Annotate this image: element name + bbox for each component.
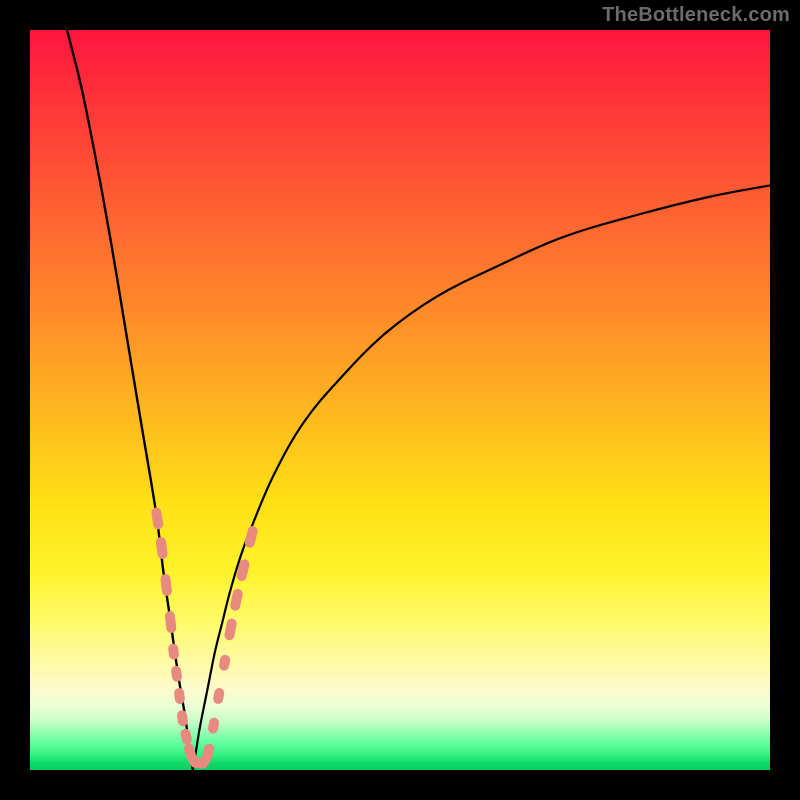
- marker-bead: [244, 525, 259, 549]
- marker-beads-group: [151, 507, 259, 771]
- marker-bead: [164, 611, 176, 634]
- marker-bead: [224, 618, 238, 641]
- marker-bead: [212, 687, 225, 704]
- marker-bead: [151, 507, 164, 530]
- marker-bead: [207, 717, 220, 735]
- watermark-text: TheBottleneck.com: [602, 4, 790, 27]
- curve-right-branch: [193, 185, 770, 770]
- marker-bead: [160, 573, 173, 596]
- marker-bead: [180, 728, 193, 746]
- marker-bead: [155, 536, 168, 559]
- marker-bead: [171, 665, 183, 682]
- curve-svg: [30, 30, 770, 770]
- marker-bead: [218, 654, 231, 672]
- marker-bead: [176, 709, 188, 726]
- chart-stage: TheBottleneck.com: [0, 0, 800, 800]
- marker-bead: [229, 588, 243, 612]
- marker-bead: [173, 687, 185, 704]
- marker-bead: [168, 643, 180, 660]
